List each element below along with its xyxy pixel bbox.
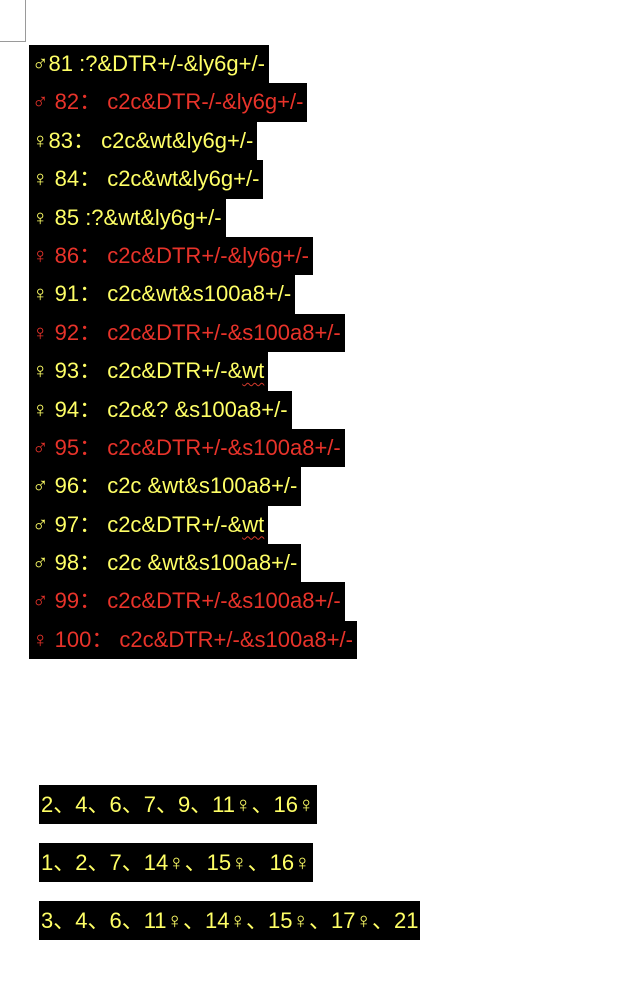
genotype-text: 91： c2c&wt&s100a8+/- [48,281,292,307]
mouse-line-text[interactable]: ♀ 93： c2c&DTR+/-&wt [29,352,269,391]
mouse-line-text[interactable]: ♂ 82： c2c&DTR-/-&ly6g+/- [29,83,308,122]
mouse-line-text[interactable]: ♀ 84： c2c&wt&ly6g+/- [29,160,264,199]
mouse-line: ♀ 93： c2c&DTR+/-&wt [29,352,429,391]
page-corner-crop-mark [0,0,26,42]
mouse-line-text[interactable]: ♀ 85 :?&wt&ly6g+/- [29,198,226,237]
sex-symbol: ♀ [32,626,49,652]
mouse-line-text[interactable]: ♂ 95： c2c&DTR+/-&s100a8+/- [29,428,345,468]
mouse-line: ♀ 86： c2c&DTR+/-&ly6g+/- [29,236,429,276]
mouse-line: ♀83： c2c&wt&ly6g+/- [29,121,429,161]
group-line[interactable]: 3、4、6、11♀、14♀、15♀、17♀、21 [39,901,421,940]
mouse-line: ♀ 84： c2c&wt&ly6g+/- [29,160,429,199]
mouse-line-text[interactable]: ♂ 99： c2c&DTR+/-&s100a8+/- [29,582,345,621]
mouse-line: ♀ 85 :?&wt&ly6g+/- [29,198,429,237]
mouse-line: ♂ 97： c2c&DTR+/-&wt [29,505,429,545]
mouse-line: ♂ 95： c2c&DTR+/-&s100a8+/- [29,428,429,468]
genotype-text: 94： c2c&? &s100a8+/- [48,396,288,422]
sex-symbol: ♂ [32,51,49,76]
sex-symbol: ♂ [32,588,49,614]
mouse-line: ♂81 :?&DTR+/-&ly6g+/- [29,45,429,84]
sex-symbol: ♀ [32,166,49,192]
genotype-text: 96： c2c &wt&s100a8+/- [48,473,298,499]
spellcheck-flagged-word: wt [242,511,265,537]
mouse-line: ♂ 98： c2c &wt&s100a8+/- [29,544,429,583]
mouse-genotype-list: ♂81 :?&DTR+/-&ly6g+/- ♂ 82： c2c&DTR-/-&l… [29,45,429,660]
mouse-line-text[interactable]: ♀ 91： c2c&wt&s100a8+/- [29,275,296,314]
genotype-text: 82： c2c&DTR-/-&ly6g+/- [48,89,304,115]
sex-symbol: ♂ [32,89,49,115]
mouse-line: ♀ 100： c2c&DTR+/-&s100a8+/- [29,620,429,660]
sex-symbol: ♀ [32,127,49,153]
genotype-text: 99： c2c&DTR+/-&s100a8+/- [48,588,341,614]
genotype-text: 93： c2c&DTR+/-& [48,358,243,384]
genotype-text: 86： c2c&DTR+/-&ly6g+/- [48,242,309,268]
mouse-line-text[interactable]: ♀ 92： c2c&DTR+/-&s100a8+/- [29,313,345,353]
genotype-text: 97： c2c&DTR+/-& [48,511,243,537]
sex-symbol: ♀ [32,281,49,307]
sex-symbol: ♀ [32,358,49,384]
mouse-line-text[interactable]: ♂ 98： c2c &wt&s100a8+/- [29,544,302,583]
genotype-text: 83： c2c&wt&ly6g+/- [48,127,254,153]
mouse-line: ♂ 99： c2c&DTR+/-&s100a8+/- [29,582,429,621]
group-number-lists: 2、4、6、7、9、11♀、16♀ 1、2、7、14♀、15♀、16♀ 3、4、… [39,785,421,959]
genotype-text: 85 :?&wt&ly6g+/- [48,204,222,230]
mouse-line: ♂ 96： c2c &wt&s100a8+/- [29,467,429,506]
genotype-text: 95： c2c&DTR+/-&s100a8+/- [48,434,341,460]
sex-symbol: ♂ [32,473,49,499]
mouse-line-text[interactable]: ♀ 100： c2c&DTR+/-&s100a8+/- [29,620,357,660]
group-line[interactable]: 2、4、6、7、9、11♀、16♀ [39,785,317,824]
genotype-text: 98： c2c &wt&s100a8+/- [48,550,298,576]
sex-symbol: ♂ [32,550,49,576]
sex-symbol: ♂ [32,511,49,537]
group-line[interactable]: 1、2、7、14♀、15♀、16♀ [39,843,313,882]
sex-symbol: ♂ [32,434,49,460]
genotype-text: 84： c2c&wt&ly6g+/- [48,166,260,192]
mouse-line: ♂ 82： c2c&DTR-/-&ly6g+/- [29,83,429,122]
mouse-line-text[interactable]: ♂ 96： c2c &wt&s100a8+/- [29,467,302,506]
genotype-text: 81 :?&DTR+/-&ly6g+/- [48,51,265,76]
mouse-line: ♀ 91： c2c&wt&s100a8+/- [29,275,429,314]
sex-symbol: ♀ [32,204,49,230]
genotype-text: 100： c2c&DTR+/-&s100a8+/- [48,626,353,652]
sex-symbol: ♀ [32,319,49,345]
mouse-line-text[interactable]: ♀ 94： c2c&? &s100a8+/- [29,390,292,429]
sex-symbol: ♀ [32,242,49,268]
mouse-line-text[interactable]: ♂81 :?&DTR+/-&ly6g+/- [29,45,269,84]
genotype-text: 92： c2c&DTR+/-&s100a8+/- [48,319,341,345]
mouse-line: ♀ 94： c2c&? &s100a8+/- [29,390,429,429]
sex-symbol: ♀ [32,396,49,422]
mouse-line-text[interactable]: ♂ 97： c2c&DTR+/-&wt [29,505,269,545]
mouse-line: ♀ 92： c2c&DTR+/-&s100a8+/- [29,313,429,353]
spellcheck-flagged-word: wt [242,358,265,384]
mouse-line-text[interactable]: ♀ 86： c2c&DTR+/-&ly6g+/- [29,236,313,276]
mouse-line-text[interactable]: ♀83： c2c&wt&ly6g+/- [29,121,258,161]
